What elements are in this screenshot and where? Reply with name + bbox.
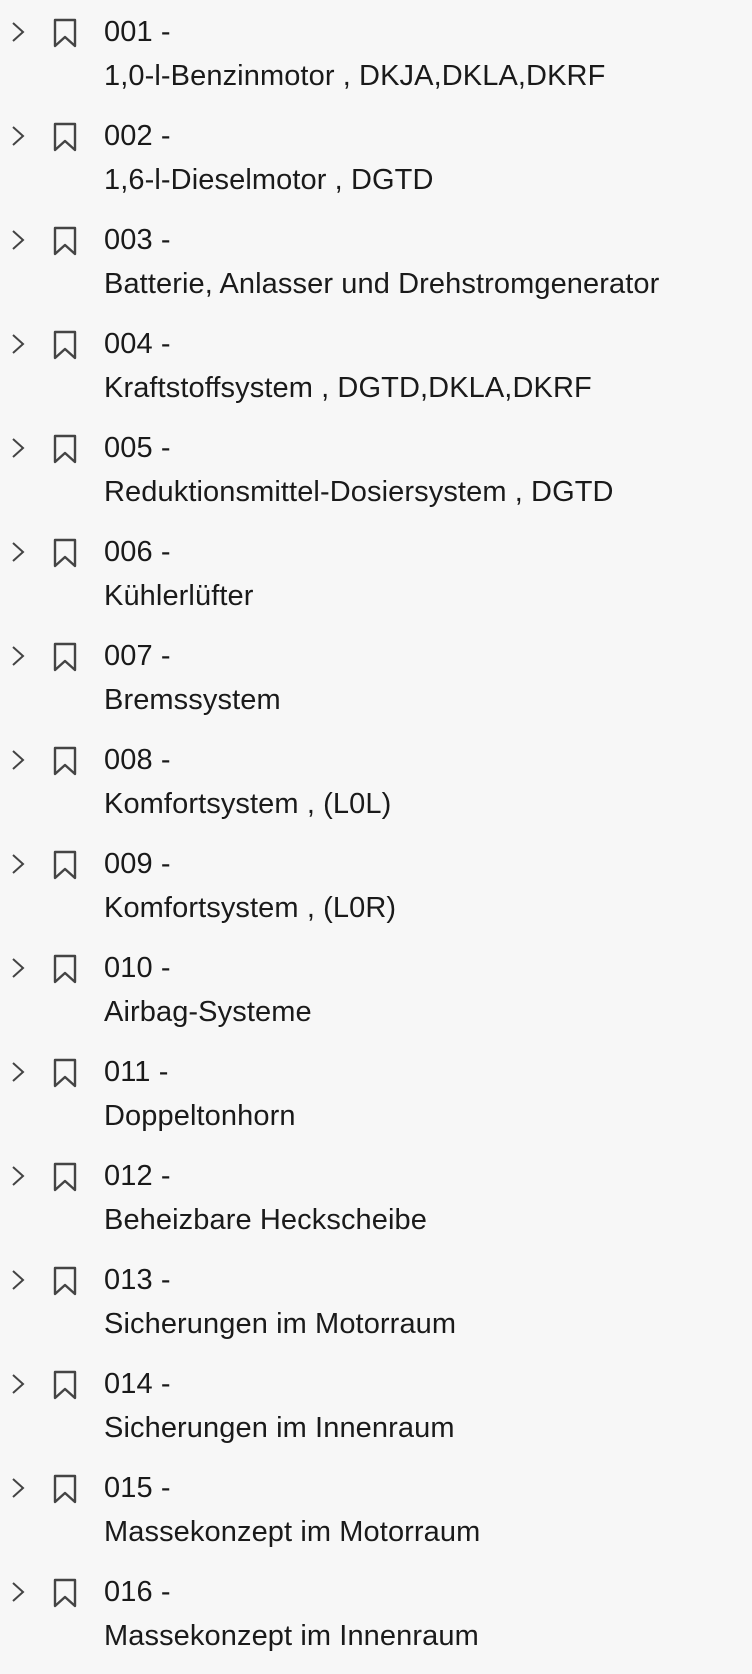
bookmark-item[interactable]: 001 - 1,0-l-Benzinmotor , DKJA,DKLA,DKRF [0, 10, 752, 114]
chevron-right-icon[interactable] [6, 1060, 30, 1084]
bookmark-icon [53, 538, 77, 568]
bookmark-item[interactable]: 012 - Beheizbare Heckscheibe [0, 1154, 752, 1258]
bookmark-text[interactable]: 009 - Komfortsystem , (L0R) [104, 842, 748, 930]
bookmark-number: 009 - [104, 848, 171, 880]
bookmark-number: 016 - [104, 1576, 171, 1608]
bookmark-item[interactable]: 009 - Komfortsystem , (L0R) [0, 842, 752, 946]
bookmark-text[interactable]: 004 - Kraftstoffsystem , DGTD,DKLA,DKRF [104, 322, 748, 410]
bookmark-title: Massekonzept im Motorraum [104, 1516, 481, 1548]
chevron-right-icon[interactable] [6, 124, 30, 148]
bookmark-icon [53, 122, 77, 152]
bookmark-item[interactable]: 005 - Reduktionsmittel-Dosiersystem , DG… [0, 426, 752, 530]
chevron-right-icon[interactable] [6, 644, 30, 668]
bookmark-item[interactable]: 003 - Batterie, Anlasser und Drehstromge… [0, 218, 752, 322]
bookmark-item[interactable]: 008 - Komfortsystem , (L0L) [0, 738, 752, 842]
bookmark-number: 007 - [104, 640, 171, 672]
bookmark-title: Kraftstoffsystem , DGTD,DKLA,DKRF [104, 372, 592, 404]
bookmark-title: Bremssystem [104, 684, 281, 716]
bookmark-item[interactable]: 016 - Massekonzept im Innenraum [0, 1570, 752, 1674]
bookmark-text[interactable]: 008 - Komfortsystem , (L0L) [104, 738, 748, 826]
bookmark-icon [53, 954, 77, 984]
bookmark-number: 010 - [104, 952, 171, 984]
bookmark-text[interactable]: 015 - Massekonzept im Motorraum [104, 1466, 748, 1554]
bookmark-text[interactable]: 002 - 1,6-l-Dieselmotor , DGTD [104, 114, 748, 202]
chevron-right-icon[interactable] [6, 332, 30, 356]
bookmark-number: 008 - [104, 744, 171, 776]
bookmark-icon [53, 330, 77, 360]
bookmark-list: 001 - 1,0-l-Benzinmotor , DKJA,DKLA,DKRF… [0, 0, 752, 1665]
bookmark-icon [53, 746, 77, 776]
bookmark-text[interactable]: 001 - 1,0-l-Benzinmotor , DKJA,DKLA,DKRF [104, 10, 748, 98]
bookmark-item[interactable]: 015 - Massekonzept im Motorraum [0, 1466, 752, 1570]
bookmark-icon [53, 434, 77, 464]
bookmark-item[interactable]: 013 - Sicherungen im Motorraum [0, 1258, 752, 1362]
bookmark-title: Komfortsystem , (L0L) [104, 788, 392, 820]
bookmark-title: 1,6-l-Dieselmotor , DGTD [104, 164, 434, 196]
chevron-right-icon[interactable] [6, 1372, 30, 1396]
bookmark-icon [53, 1266, 77, 1296]
bookmark-text[interactable]: 007 - Bremssystem [104, 634, 748, 722]
bookmark-number: 004 - [104, 328, 171, 360]
bookmark-text[interactable]: 005 - Reduktionsmittel-Dosiersystem , DG… [104, 426, 748, 514]
bookmark-number: 001 - [104, 16, 171, 48]
chevron-right-icon[interactable] [6, 20, 30, 44]
chevron-right-icon[interactable] [6, 436, 30, 460]
bookmark-item[interactable]: 007 - Bremssystem [0, 634, 752, 738]
chevron-right-icon[interactable] [6, 1580, 30, 1604]
chevron-right-icon[interactable] [6, 540, 30, 564]
bookmark-number: 003 - [104, 224, 171, 256]
bookmark-number: 011 - [104, 1056, 169, 1088]
bookmark-number: 002 - [104, 120, 171, 152]
chevron-right-icon[interactable] [6, 1476, 30, 1500]
bookmark-title: Komfortsystem , (L0R) [104, 892, 397, 924]
bookmark-title: Kühlerlüfter [104, 580, 254, 612]
chevron-right-icon[interactable] [6, 852, 30, 876]
bookmark-text[interactable]: 011 - Doppeltonhorn [104, 1050, 748, 1138]
bookmark-text[interactable]: 016 - Massekonzept im Innenraum [104, 1570, 748, 1658]
bookmark-title: Doppeltonhorn [104, 1100, 296, 1132]
bookmark-title: Sicherungen im Motorraum [104, 1308, 457, 1340]
bookmark-text[interactable]: 012 - Beheizbare Heckscheibe [104, 1154, 748, 1242]
bookmark-icon [53, 642, 77, 672]
bookmark-number: 005 - [104, 432, 171, 464]
bookmark-number: 012 - [104, 1160, 171, 1192]
bookmark-item[interactable]: 006 - Kühlerlüfter [0, 530, 752, 634]
bookmark-title: Massekonzept im Innenraum [104, 1620, 479, 1652]
chevron-right-icon[interactable] [6, 1268, 30, 1292]
bookmark-title: Sicherungen im Innenraum [104, 1412, 455, 1444]
bookmark-title: Batterie, Anlasser und Drehstromgenerato… [104, 268, 660, 300]
bookmark-item[interactable]: 002 - 1,6-l-Dieselmotor , DGTD [0, 114, 752, 218]
bookmark-icon [53, 1578, 77, 1608]
bookmark-icon [53, 1058, 77, 1088]
chevron-right-icon[interactable] [6, 748, 30, 772]
bookmark-title: Airbag-Systeme [104, 996, 312, 1028]
bookmark-icon [53, 226, 77, 256]
bookmark-icon [53, 1370, 77, 1400]
bookmark-icon [53, 1474, 77, 1504]
bookmark-title: 1,0-l-Benzinmotor , DKJA,DKLA,DKRF [104, 60, 606, 92]
chevron-right-icon[interactable] [6, 1164, 30, 1188]
bookmark-number: 013 - [104, 1264, 171, 1296]
chevron-right-icon[interactable] [6, 956, 30, 980]
bookmark-icon [53, 1162, 77, 1192]
chevron-right-icon[interactable] [6, 228, 30, 252]
bookmark-text[interactable]: 006 - Kühlerlüfter [104, 530, 748, 618]
bookmark-item[interactable]: 010 - Airbag-Systeme [0, 946, 752, 1050]
bookmark-icon [53, 18, 77, 48]
bookmark-number: 015 - [104, 1472, 171, 1504]
bookmark-text[interactable]: 013 - Sicherungen im Motorraum [104, 1258, 748, 1346]
bookmark-title: Beheizbare Heckscheibe [104, 1204, 427, 1236]
bookmark-text[interactable]: 010 - Airbag-Systeme [104, 946, 748, 1034]
bookmark-number: 014 - [104, 1368, 171, 1400]
bookmark-item[interactable]: 011 - Doppeltonhorn [0, 1050, 752, 1154]
bookmark-number: 006 - [104, 536, 171, 568]
bookmark-text[interactable]: 014 - Sicherungen im Innenraum [104, 1362, 748, 1450]
bookmark-item[interactable]: 014 - Sicherungen im Innenraum [0, 1362, 752, 1466]
bookmark-title: Reduktionsmittel-Dosiersystem , DGTD [104, 476, 614, 508]
bookmark-item[interactable]: 004 - Kraftstoffsystem , DGTD,DKLA,DKRF [0, 322, 752, 426]
bookmark-icon [53, 850, 77, 880]
bookmark-text[interactable]: 003 - Batterie, Anlasser und Drehstromge… [104, 218, 748, 306]
